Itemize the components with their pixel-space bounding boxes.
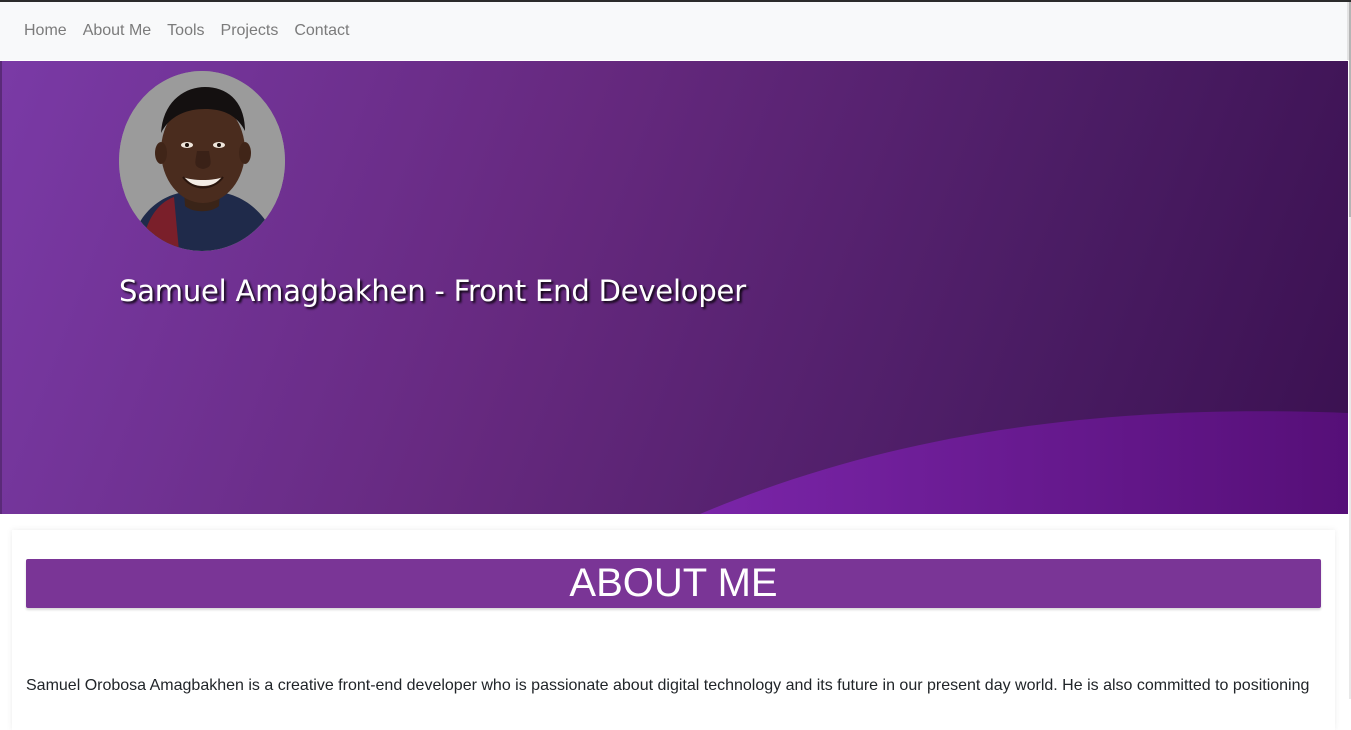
hero-title: Samuel Amagbakhen - Front End Developer bbox=[119, 274, 746, 308]
profile-photo-icon bbox=[119, 71, 285, 251]
nav-link-contact[interactable]: Contact bbox=[286, 22, 357, 40]
nav-link-home[interactable]: Home bbox=[16, 22, 75, 40]
nav-link-projects[interactable]: Projects bbox=[213, 22, 287, 40]
about-heading: ABOUT ME bbox=[569, 561, 778, 605]
about-heading-bar: ABOUT ME bbox=[26, 559, 1321, 608]
about-paragraph: Samuel Orobosa Amagbakhen is a creative … bbox=[26, 677, 1310, 694]
nav-link-about-me[interactable]: About Me bbox=[75, 22, 159, 40]
nav-link-tools[interactable]: Tools bbox=[159, 22, 212, 40]
navbar: Home About Me Tools Projects Contact bbox=[0, 2, 1349, 60]
avatar bbox=[119, 71, 285, 251]
hero-banner: Samuel Amagbakhen - Front End Developer bbox=[0, 61, 1348, 514]
hero-left-edge bbox=[0, 61, 2, 514]
